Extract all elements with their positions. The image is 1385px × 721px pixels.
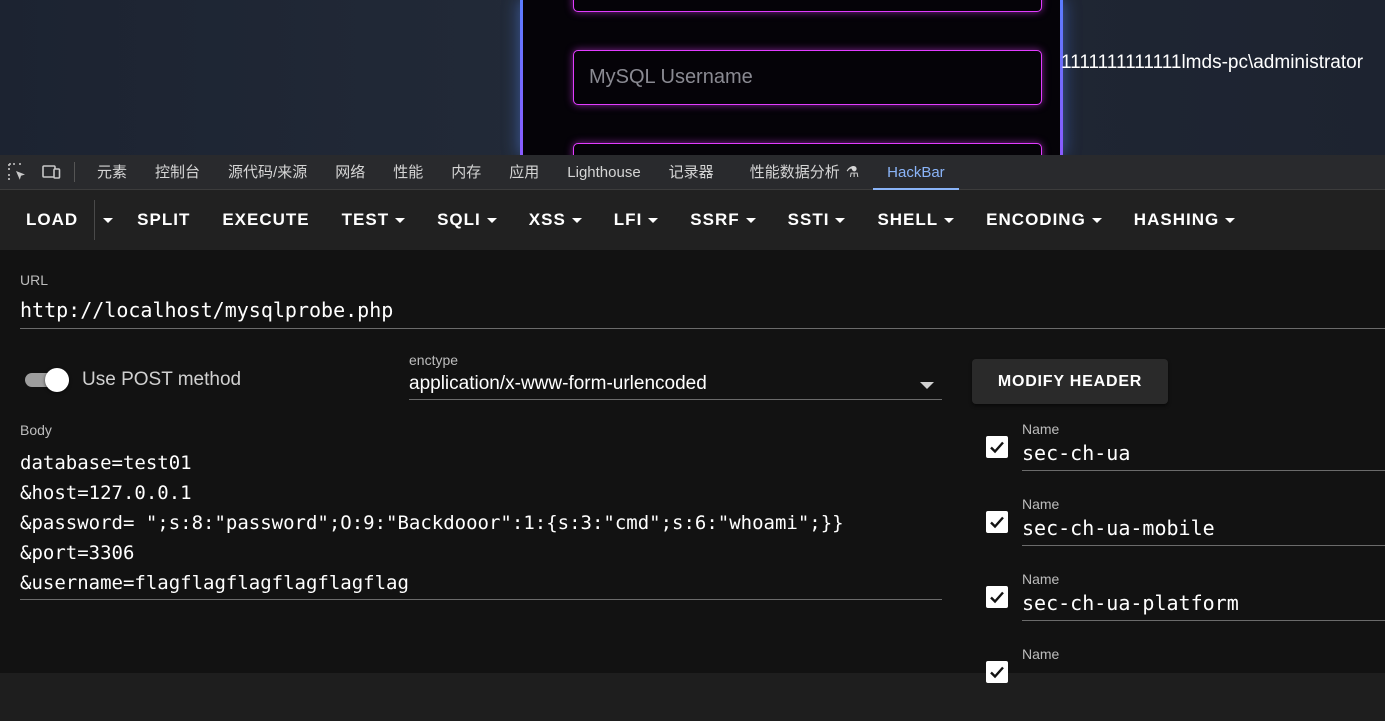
- encoding-menu-label: ENCODING: [986, 210, 1086, 229]
- password-field[interactable]: [573, 143, 1042, 155]
- sqli-menu-button[interactable]: SQLI: [421, 200, 513, 240]
- body-label: Body: [20, 422, 52, 438]
- header-underline: [1022, 545, 1385, 546]
- enctype-select[interactable]: application/x-www-form-urlencoded: [409, 373, 707, 395]
- url-label: URL: [20, 272, 49, 288]
- body-line: &host=127.0.0.1: [20, 482, 192, 504]
- dropdown-arrow-icon[interactable]: [920, 382, 934, 389]
- header-name-label: Name: [1022, 646, 1060, 662]
- header-checkbox[interactable]: [986, 586, 1008, 608]
- checkmark-icon: [990, 441, 1004, 454]
- flask-icon: ⚗: [845, 163, 860, 181]
- tab-memory[interactable]: 内存: [437, 155, 495, 190]
- chevron-down-icon: [486, 217, 497, 223]
- header-row: Name sec-ch-ua: [984, 421, 1385, 496]
- device-toolbar-icon[interactable]: [34, 155, 68, 190]
- tab-performance-insights[interactable]: 性能数据分析 ⚗: [728, 155, 873, 190]
- tab-application[interactable]: 应用: [495, 155, 553, 190]
- test-menu-button[interactable]: TEST: [326, 200, 421, 240]
- host-field[interactable]: [573, 0, 1042, 12]
- ssrf-menu-button[interactable]: SSRF: [674, 200, 771, 240]
- lfi-menu-button[interactable]: LFI: [598, 200, 675, 240]
- shell-menu-label: SHELL: [877, 210, 939, 229]
- body-underline: [20, 599, 942, 600]
- header-row: Name: [984, 646, 1385, 721]
- body-line: database=test01: [20, 452, 192, 474]
- split-button[interactable]: SPLIT: [121, 200, 206, 240]
- xss-menu-label: XSS: [528, 210, 566, 229]
- header-name-input[interactable]: sec-ch-ua-mobile: [1022, 516, 1215, 540]
- header-checkbox[interactable]: [986, 511, 1008, 533]
- hackbar-main-panel: URL http://localhost/mysqlprobe.php Use …: [0, 250, 1385, 683]
- body-textarea[interactable]: database=test01 &host=127.0.0.1 &passwor…: [20, 448, 942, 598]
- chevron-down-icon: [1225, 217, 1236, 223]
- hashing-menu-button[interactable]: HASHING: [1118, 200, 1251, 240]
- header-name-input[interactable]: sec-ch-ua-platform: [1022, 591, 1239, 615]
- tab-network[interactable]: 网络: [321, 155, 379, 190]
- mysql-username-field[interactable]: MySQL Username: [573, 50, 1042, 105]
- sqli-menu-label: SQLI: [437, 210, 481, 229]
- checkmark-icon: [990, 666, 1004, 679]
- xss-menu-button[interactable]: XSS: [513, 200, 598, 240]
- header-name-input[interactable]: sec-ch-ua: [1022, 441, 1130, 465]
- url-input[interactable]: http://localhost/mysqlprobe.php: [20, 298, 393, 322]
- header-row: Name sec-ch-ua-platform: [984, 571, 1385, 646]
- web-page: MySQL Username 1111111111111lmds-pc\admi…: [0, 0, 1385, 155]
- chevron-down-icon: [103, 217, 114, 223]
- enctype-label: enctype: [409, 352, 459, 368]
- header-row: Name sec-ch-ua-mobile: [984, 496, 1385, 571]
- inspect-element-icon[interactable]: [0, 155, 34, 190]
- ssti-menu-button[interactable]: SSTI: [772, 200, 862, 240]
- tab-performance-insights-label: 性能数据分析: [749, 163, 840, 181]
- encoding-menu-button[interactable]: ENCODING: [970, 200, 1118, 240]
- tab-console[interactable]: 控制台: [141, 155, 214, 190]
- load-button[interactable]: LOAD: [10, 200, 94, 240]
- header-checkbox[interactable]: [986, 661, 1008, 683]
- tab-lighthouse[interactable]: Lighthouse: [553, 155, 654, 190]
- hashing-menu-label: HASHING: [1133, 210, 1220, 229]
- chevron-down-icon: [1091, 217, 1102, 223]
- tab-elements[interactable]: 元素: [83, 155, 141, 190]
- toggle-knob: [45, 368, 69, 392]
- chevron-down-icon: [745, 217, 756, 223]
- execute-button[interactable]: EXECUTE: [206, 200, 325, 240]
- header-checkbox[interactable]: [986, 436, 1008, 458]
- enctype-underline: [409, 399, 942, 400]
- chevron-down-icon: [835, 217, 846, 223]
- header-underline: [1022, 620, 1385, 621]
- load-split-button: LOAD: [10, 200, 121, 240]
- post-method-toggle[interactable]: [23, 368, 71, 392]
- shell-menu-button[interactable]: SHELL: [861, 200, 970, 240]
- test-menu-label: TEST: [341, 210, 390, 229]
- header-name-label: Name: [1022, 421, 1060, 437]
- devtools-tab-bar: 元素 控制台 源代码/来源 网络 性能 内存 应用 Lighthouse 记录器…: [0, 155, 1385, 190]
- tab-performance[interactable]: 性能: [379, 155, 437, 190]
- body-line: &password= ";s:8:"password";O:9:"Backdoo…: [20, 512, 844, 534]
- body-line: &port=3306: [20, 542, 135, 564]
- chevron-down-icon: [944, 217, 955, 223]
- modify-header-button[interactable]: MODIFY HEADER: [972, 359, 1168, 404]
- tab-hackbar[interactable]: HackBar: [873, 155, 959, 190]
- chevron-down-icon: [395, 217, 406, 223]
- hackbar-toolbar: LOAD SPLIT EXECUTE TEST SQLI XSS LFI SSR…: [0, 190, 1385, 250]
- header-name-label: Name: [1022, 496, 1060, 512]
- header-underline: [1022, 470, 1385, 471]
- command-output: 1111111111111lmds-pc\administrator: [1061, 52, 1364, 73]
- toolbar-separator: [74, 162, 75, 182]
- chevron-down-icon: [648, 217, 659, 223]
- checkmark-icon: [990, 591, 1004, 604]
- ssrf-menu-label: SSRF: [690, 210, 740, 229]
- url-underline: [20, 328, 1385, 329]
- tab-sources[interactable]: 源代码/来源: [214, 155, 321, 190]
- post-method-label: Use POST method: [82, 369, 242, 390]
- header-name-label: Name: [1022, 571, 1060, 587]
- load-dropdown-button[interactable]: [95, 200, 121, 240]
- ssti-menu-label: SSTI: [787, 210, 830, 229]
- body-line: &username=flagflagflagflagflagflag: [20, 572, 409, 594]
- tab-recorder[interactable]: 记录器: [655, 155, 728, 190]
- lfi-menu-label: LFI: [613, 210, 643, 229]
- checkmark-icon: [990, 516, 1004, 529]
- chevron-down-icon: [571, 217, 582, 223]
